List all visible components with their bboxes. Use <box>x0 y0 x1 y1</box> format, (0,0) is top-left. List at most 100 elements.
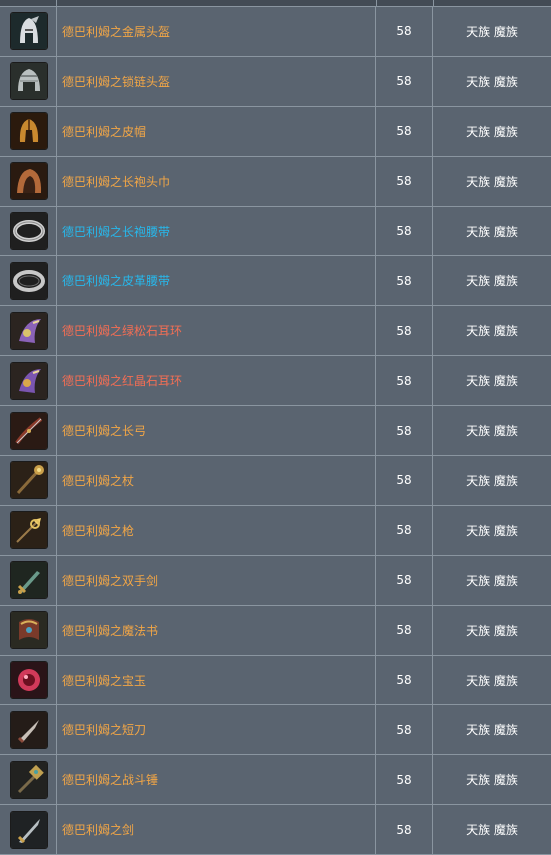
item-level-cell: 58 <box>376 106 433 156</box>
item-name-cell: 德巴利姆之长袍腰带 <box>57 206 376 256</box>
greatsword-icon[interactable] <box>10 561 48 599</box>
leather-belt-icon[interactable] <box>10 262 48 300</box>
item-name-cell: 德巴利姆之短刀 <box>57 705 376 755</box>
item-name-link[interactable]: 德巴利姆之皮革腰带 <box>62 274 170 288</box>
table-header-strip <box>0 0 551 7</box>
header-cell-level <box>377 0 434 6</box>
item-name-link[interactable]: 德巴利姆之双手剑 <box>62 574 158 588</box>
item-name-link[interactable]: 德巴利姆之锁链头盔 <box>62 75 170 89</box>
item-name-cell: 德巴利姆之战斗锤 <box>57 755 376 805</box>
item-name-link[interactable]: 德巴利姆之红晶石耳环 <box>62 374 182 388</box>
item-race-cell: 天族 魔族 <box>433 56 551 106</box>
item-name-link[interactable]: 德巴利姆之杖 <box>62 474 134 488</box>
item-icon-cell <box>0 655 57 705</box>
longbow-icon[interactable] <box>10 412 48 450</box>
item-race-cell: 天族 魔族 <box>433 555 551 605</box>
item-icon-cell <box>0 306 57 356</box>
item-race-cell: 天族 魔族 <box>433 755 551 805</box>
robe-hood-icon[interactable] <box>10 162 48 200</box>
table-row: 德巴利姆之魔法书 58天族 魔族 <box>0 605 551 655</box>
item-icon-cell <box>0 356 57 406</box>
table-row: 德巴利姆之短刀 58天族 魔族 <box>0 705 551 755</box>
item-icon-cell <box>0 805 57 855</box>
item-level-cell: 58 <box>376 505 433 555</box>
item-level-cell: 58 <box>376 755 433 805</box>
spellbook-icon[interactable] <box>10 611 48 649</box>
item-icon-cell <box>0 505 57 555</box>
table-row: 德巴利姆之金属头盔 58天族 魔族 <box>0 7 551 56</box>
warhammer-icon[interactable] <box>10 761 48 799</box>
table-row: 德巴利姆之红晶石耳环 58天族 魔族 <box>0 356 551 406</box>
spear-icon[interactable] <box>10 511 48 549</box>
item-name-link[interactable]: 德巴利姆之长袍头巾 <box>62 175 170 189</box>
orb-icon[interactable] <box>10 661 48 699</box>
item-race-cell: 天族 魔族 <box>433 705 551 755</box>
item-name-cell: 德巴利姆之剑 <box>57 805 376 855</box>
item-name-link[interactable]: 德巴利姆之剑 <box>62 823 134 837</box>
table-row: 德巴利姆之杖58天族 魔族 <box>0 456 551 506</box>
item-icon-cell <box>0 755 57 805</box>
item-name-link[interactable]: 德巴利姆之金属头盔 <box>62 25 170 39</box>
item-race-cell: 天族 魔族 <box>433 256 551 306</box>
item-name-link[interactable]: 德巴利姆之魔法书 <box>62 624 158 638</box>
item-race-cell: 天族 魔族 <box>433 106 551 156</box>
table-row: 德巴利姆之长袍头巾 58天族 魔族 <box>0 156 551 206</box>
item-level-cell: 58 <box>376 555 433 605</box>
item-table: 德巴利姆之金属头盔58天族 魔族德巴利姆之锁链头盔58天族 魔族德巴利姆之皮帽5… <box>0 7 551 855</box>
item-name-link[interactable]: 德巴利姆之短刀 <box>62 723 146 737</box>
item-level-cell: 58 <box>376 605 433 655</box>
item-race-cell: 天族 魔族 <box>433 156 551 206</box>
item-level-cell: 58 <box>376 7 433 56</box>
item-name-link[interactable]: 德巴利姆之枪 <box>62 524 134 538</box>
robe-belt-icon[interactable] <box>10 212 48 250</box>
item-level-cell: 58 <box>376 705 433 755</box>
staff-icon[interactable] <box>10 461 48 499</box>
item-icon-cell <box>0 456 57 506</box>
item-race-cell: 天族 魔族 <box>433 7 551 56</box>
item-name-link[interactable]: 德巴利姆之宝玉 <box>62 674 146 688</box>
item-name-link[interactable]: 德巴利姆之战斗锤 <box>62 773 158 787</box>
ruby-earring-icon[interactable] <box>10 362 48 400</box>
table-row: 德巴利姆之长袍腰带 58天族 魔族 <box>0 206 551 256</box>
table-row: 德巴利姆之锁链头盔 58天族 魔族 <box>0 56 551 106</box>
item-level-cell: 58 <box>376 156 433 206</box>
chain-helmet-icon[interactable] <box>10 62 48 100</box>
item-level-cell: 58 <box>376 56 433 106</box>
turquoise-earring-icon[interactable] <box>10 312 48 350</box>
item-level-cell: 58 <box>376 256 433 306</box>
item-race-cell: 天族 魔族 <box>433 206 551 256</box>
item-level-cell: 58 <box>376 306 433 356</box>
item-race-cell: 天族 魔族 <box>433 605 551 655</box>
table-row: 德巴利姆之绿松石耳环58天族 魔族 <box>0 306 551 356</box>
item-name-cell: 德巴利姆之红晶石耳环 <box>57 356 376 406</box>
item-race-cell: 天族 魔族 <box>433 505 551 555</box>
item-name-link[interactable]: 德巴利姆之皮帽 <box>62 125 146 139</box>
table-row: 德巴利姆之双手剑 58天族 魔族 <box>0 555 551 605</box>
item-icon-cell <box>0 7 57 56</box>
item-level-cell: 58 <box>376 206 433 256</box>
dagger-icon[interactable] <box>10 711 48 749</box>
item-level-cell: 58 <box>376 655 433 705</box>
header-cell-icon <box>0 0 57 6</box>
item-name-link[interactable]: 德巴利姆之长袍腰带 <box>62 225 170 239</box>
metal-helmet-icon[interactable] <box>10 12 48 50</box>
item-name-link[interactable]: 德巴利姆之绿松石耳环 <box>62 324 182 338</box>
leather-cap-icon[interactable] <box>10 112 48 150</box>
item-name-cell: 德巴利姆之杖 <box>57 456 376 506</box>
item-name-cell: 德巴利姆之锁链头盔 <box>57 56 376 106</box>
item-name-link[interactable]: 德巴利姆之长弓 <box>62 424 146 438</box>
item-name-cell: 德巴利姆之双手剑 <box>57 555 376 605</box>
item-icon-cell <box>0 406 57 456</box>
item-level-cell: 58 <box>376 456 433 506</box>
table-row: 德巴利姆之长弓58天族 魔族 <box>0 406 551 456</box>
item-race-cell: 天族 魔族 <box>433 406 551 456</box>
item-icon-cell <box>0 605 57 655</box>
item-race-cell: 天族 魔族 <box>433 356 551 406</box>
item-level-cell: 58 <box>376 356 433 406</box>
item-icon-cell <box>0 555 57 605</box>
sword-icon[interactable] <box>10 811 48 849</box>
item-name-cell: 德巴利姆之长袍头巾 <box>57 156 376 206</box>
header-cell-race <box>434 0 551 6</box>
item-name-cell: 德巴利姆之长弓 <box>57 406 376 456</box>
item-name-cell: 德巴利姆之枪 <box>57 505 376 555</box>
